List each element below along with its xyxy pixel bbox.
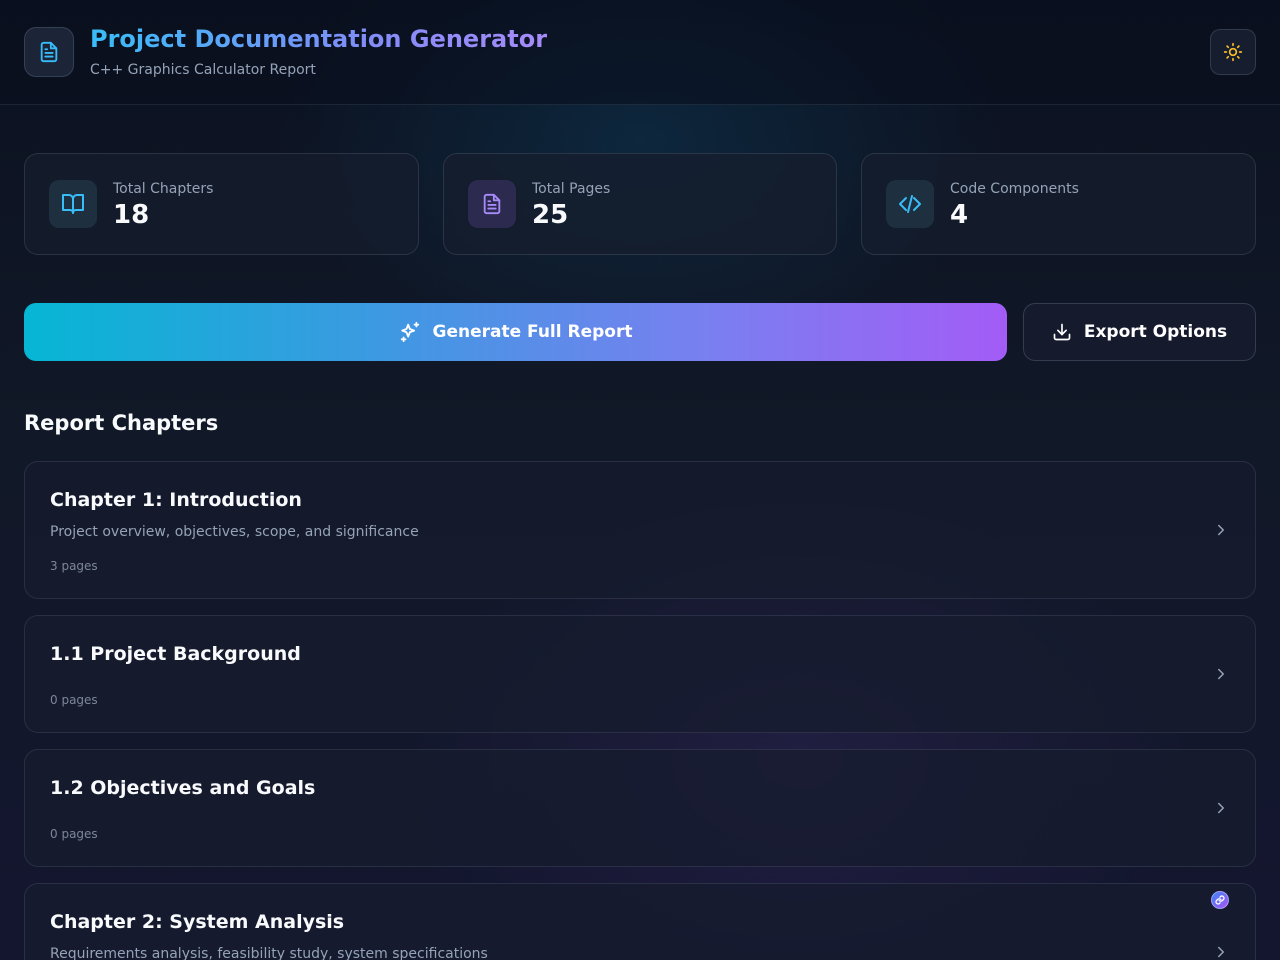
book-open-icon [62, 194, 84, 214]
section-title: Report Chapters [24, 411, 219, 435]
chapter-title: Chapter 1: Introduction [50, 489, 302, 511]
stat-label: Total Pages [532, 181, 611, 197]
chapter-page-count: 0 pages [50, 693, 98, 707]
stat-value: 25 [532, 200, 569, 230]
app-title: Project Documentation Generator [90, 25, 548, 53]
generate-report-button[interactable]: Generate Full Report [24, 303, 1007, 361]
code-icon [899, 195, 921, 213]
export-options-label: Export Options [1083, 322, 1228, 342]
chapter-card[interactable]: Chapter 1: Introduction Project overview… [24, 461, 1256, 599]
link-icon [1215, 895, 1225, 905]
app-header: Project Documentation Generator C++ Grap… [0, 0, 1280, 105]
export-options-button[interactable]: Export Options [1023, 303, 1256, 361]
floating-assistant-button[interactable] [1211, 891, 1229, 909]
generate-report-label: Generate Full Report [432, 322, 633, 342]
chapter-page-count: 0 pages [50, 827, 98, 841]
chapter-card[interactable]: 1.2 Objectives and Goals 0 pages [24, 749, 1256, 867]
chevron-right-icon [1211, 520, 1231, 540]
stat-card-pages: Total Pages 25 [443, 153, 837, 255]
chapter-card[interactable]: Chapter 2: System Analysis Requirements … [24, 883, 1256, 960]
chapter-title: 1.1 Project Background [50, 643, 301, 665]
chapter-description: Requirements analysis, feasibility study… [50, 946, 488, 960]
chevron-right-icon [1211, 942, 1231, 960]
sun-icon [1223, 42, 1243, 62]
stat-card-code-components: Code Components 4 [861, 153, 1256, 255]
document-icon [40, 41, 58, 63]
stat-icon-box [468, 180, 516, 228]
chapter-page-count: 3 pages [50, 559, 98, 573]
stat-label: Total Chapters [113, 181, 214, 197]
stat-label: Code Components [950, 181, 1079, 197]
app-logo [24, 27, 74, 77]
document-icon [483, 193, 501, 215]
download-icon [1053, 323, 1071, 341]
sparkles-icon [400, 321, 419, 343]
chapter-title: Chapter 2: System Analysis [50, 911, 345, 933]
stat-value: 18 [113, 200, 150, 230]
stat-value: 4 [950, 200, 969, 230]
stat-icon-box [886, 180, 934, 228]
chevron-right-icon [1211, 798, 1231, 818]
stat-icon-box [49, 180, 97, 228]
theme-toggle-button[interactable] [1210, 29, 1256, 75]
app-subtitle: C++ Graphics Calculator Report [90, 62, 316, 78]
chevron-right-icon [1211, 664, 1231, 684]
chapter-description: Project overview, objectives, scope, and… [50, 524, 419, 540]
stat-card-chapters: Total Chapters 18 [24, 153, 419, 255]
chapter-card[interactable]: 1.1 Project Background 0 pages [24, 615, 1256, 733]
chapter-title: 1.2 Objectives and Goals [50, 777, 316, 799]
